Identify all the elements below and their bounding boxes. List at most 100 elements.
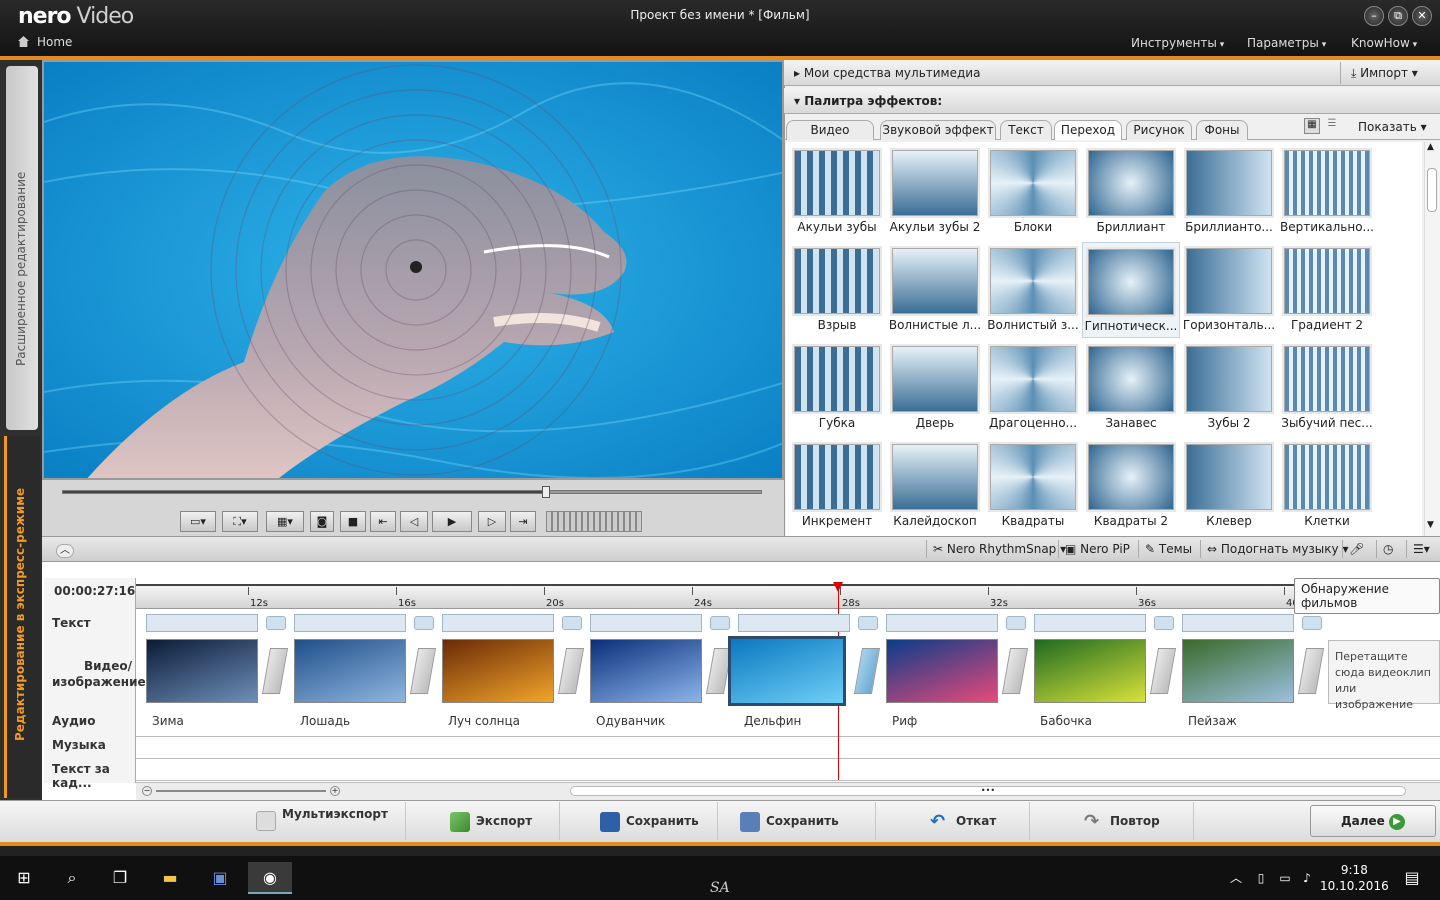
jog-shuttle[interactable] — [546, 511, 642, 532]
tab-picture[interactable]: Рисунок — [1126, 120, 1192, 140]
effect-tile[interactable]: Гипнотическ... — [1082, 242, 1180, 338]
effect-tile[interactable]: Взрыв — [788, 242, 886, 338]
effect-tile[interactable]: Драгоценно... — [984, 340, 1082, 436]
nero-taskbar-icon[interactable]: ◉ — [248, 862, 292, 894]
text-track-slot[interactable] — [294, 614, 406, 632]
text-track-slot[interactable] — [442, 614, 554, 632]
file-explorer-icon[interactable]: ▬ — [154, 862, 186, 894]
network-icon[interactable]: ▭ — [1274, 862, 1296, 894]
effect-tile[interactable]: Клетки — [1278, 438, 1376, 534]
save-as-button[interactable]: Сохранить как... — [730, 802, 876, 866]
themes-button[interactable]: ✎ Темы — [1138, 540, 1192, 558]
video-clip[interactable] — [590, 639, 702, 703]
effect-tile[interactable]: Квадраты 2 — [1082, 438, 1180, 534]
playback-slider-handle[interactable] — [542, 486, 550, 498]
effect-tile[interactable]: Градиент 2 — [1278, 242, 1376, 338]
scroll-up-icon[interactable]: ▲ — [1427, 142, 1434, 152]
system-clock[interactable]: 9:18 10.10.2016 — [1320, 862, 1389, 894]
zoom-in-icon[interactable]: + — [330, 786, 340, 796]
text-track-slot[interactable] — [1182, 614, 1294, 632]
collapse-chevron-icon[interactable]: ︿ — [56, 544, 74, 558]
scroll-down-icon[interactable]: ▼ — [1427, 520, 1434, 530]
snapshot-camera-icon[interactable]: ◙ — [310, 511, 334, 532]
effects-scrollbar[interactable]: ▲ ▼ — [1424, 142, 1440, 536]
video-clip[interactable] — [146, 639, 258, 703]
drop-target[interactable]: Перетащите сюда видеоклип или изображени… — [1328, 640, 1440, 711]
video-clip[interactable] — [728, 636, 846, 706]
effect-tile[interactable]: Волнистые л... — [886, 242, 984, 338]
video-preview[interactable] — [42, 60, 784, 480]
usb-icon[interactable]: ▯ — [1250, 862, 1272, 894]
effect-tile[interactable]: Зыбучий пес... — [1278, 340, 1376, 436]
fit-music-button[interactable]: ⇔ Подогнать музыку ▾ — [1200, 540, 1348, 558]
effect-tile[interactable]: Зубы 2 — [1180, 340, 1278, 436]
effect-tile[interactable]: Дверь — [886, 340, 984, 436]
effect-tile[interactable]: Занавес — [1082, 340, 1180, 436]
fullscreen-button[interactable]: ⛶▾ — [222, 511, 258, 532]
go-end-button[interactable]: ⇥ — [510, 511, 536, 532]
tray-chevron-icon[interactable]: ︿ — [1224, 862, 1248, 894]
effect-tile[interactable]: Губка — [788, 340, 886, 436]
list-view-icon[interactable]: ☰ — [1324, 118, 1340, 134]
multiexport-button[interactable]: Мультиэкспорт — [246, 802, 406, 840]
effect-tile[interactable]: Бриллиант — [1082, 144, 1180, 240]
save-app-icon[interactable]: ▣ — [204, 862, 236, 894]
export-button[interactable]: Экспорт — [440, 802, 560, 840]
tab-text[interactable]: Текст — [1000, 120, 1052, 140]
close-button[interactable]: ✕ — [1412, 6, 1432, 26]
menu-knowhow[interactable]: KnowHow — [1351, 36, 1417, 50]
menu-tools[interactable]: Инструменты — [1131, 36, 1224, 50]
pip-button[interactable]: ▣ Nero PiP — [1058, 540, 1130, 558]
show-dropdown[interactable]: Показать ▾ — [1358, 120, 1427, 134]
playback-slider[interactable] — [62, 490, 762, 494]
text-track-slot[interactable] — [146, 614, 258, 632]
effect-tile[interactable]: Клевер — [1180, 438, 1278, 534]
tab-backgrounds[interactable]: Фоны — [1196, 120, 1248, 140]
effect-tile[interactable]: Акульи зубы 2 — [886, 144, 984, 240]
tab-audio-effect[interactable]: Звуковой эффект — [880, 120, 996, 140]
video-clip[interactable] — [294, 639, 406, 703]
effect-tile[interactable]: Бриллианто... — [1180, 144, 1278, 240]
link-icon[interactable] — [858, 616, 878, 630]
grid-view-icon[interactable]: ▦ — [1304, 118, 1320, 134]
video-clip[interactable] — [1182, 639, 1294, 703]
task-view-icon[interactable]: ❐ — [104, 862, 136, 894]
home-link[interactable]: Home — [18, 35, 72, 49]
save-button[interactable]: Сохранить — [590, 802, 718, 840]
time-ruler[interactable]: 12s16s20s24s28s32s36s40s — [136, 584, 1440, 609]
effect-tile[interactable]: Блоки — [984, 144, 1082, 240]
link-icon[interactable] — [1154, 616, 1174, 630]
tab-advanced-editing[interactable]: Расширенное редактирование — [6, 66, 38, 430]
text-track-slot[interactable] — [1034, 614, 1146, 632]
rhythmsnap-button[interactable]: ✂ Nero RhythmSnap ▾ — [926, 540, 1066, 558]
link-icon[interactable] — [1302, 616, 1322, 630]
effect-tile[interactable]: Калейдоскоп — [886, 438, 984, 534]
next-frame-button[interactable]: ▷ — [478, 511, 506, 532]
zoom-slider[interactable] — [156, 790, 326, 792]
import-button[interactable]: ⤓ Импорт ▾ — [1340, 62, 1436, 84]
tab-express-editing[interactable]: Редактирование в экспресс-режиме — [4, 436, 40, 798]
effect-tile[interactable]: Волнистый з... — [984, 242, 1082, 338]
menu-params[interactable]: Параметры — [1247, 36, 1326, 50]
prev-frame-button[interactable]: ◁ — [400, 511, 428, 532]
effect-tile[interactable]: Горизонталь... — [1180, 242, 1278, 338]
text-track-slot[interactable] — [738, 614, 850, 632]
effect-tile[interactable]: Акульи зубы — [788, 144, 886, 240]
tab-transition[interactable]: Переход — [1054, 120, 1122, 140]
redo-button[interactable]: ↷ Повтор — [1074, 802, 1194, 840]
zoom-out-icon[interactable]: − — [142, 786, 152, 796]
video-clip[interactable] — [886, 639, 998, 703]
link-icon[interactable] — [562, 616, 582, 630]
link-icon[interactable] — [710, 616, 730, 630]
stop-button[interactable]: ■ — [340, 511, 366, 532]
search-icon[interactable]: ⌕ — [56, 862, 88, 894]
next-button[interactable]: Далее ▶ — [1310, 805, 1436, 837]
horizontal-scroll-thumb[interactable]: ••• — [570, 786, 1406, 796]
notifications-icon[interactable]: ▤ — [1396, 862, 1428, 894]
text-track-slot[interactable] — [886, 614, 998, 632]
effect-tile[interactable]: Инкремент — [788, 438, 886, 534]
go-start-button[interactable]: ⇤ — [370, 511, 396, 532]
aspect-ratio-button[interactable]: ▦▾ — [266, 511, 304, 532]
effect-tile[interactable]: Вертикально... — [1278, 144, 1376, 240]
tab-video-effect[interactable]: Видео эффект — [786, 120, 874, 155]
